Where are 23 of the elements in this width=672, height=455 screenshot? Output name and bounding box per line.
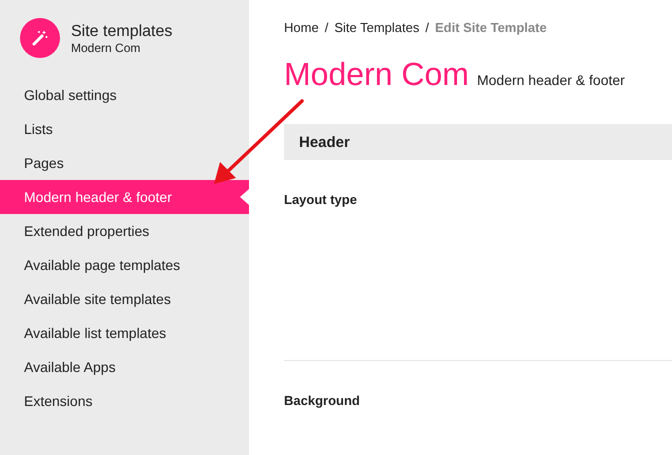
- magic-wand-icon: [20, 18, 60, 58]
- sidebar-item[interactable]: Pages: [0, 146, 249, 180]
- page-title: Modern Com: [284, 56, 469, 93]
- app-subtitle: Modern Com: [71, 40, 142, 54]
- selection-notch-icon: [240, 189, 249, 205]
- sidebar-item[interactable]: Extended properties: [0, 214, 249, 248]
- sidebar-item[interactable]: Extensions: [0, 384, 249, 418]
- sidebar-item[interactable]: Available page templates: [0, 248, 249, 282]
- breadcrumb-link[interactable]: Site Templates: [334, 20, 420, 34]
- sidebar-item[interactable]: Lists: [0, 112, 249, 146]
- section-header: Header: [284, 124, 672, 160]
- breadcrumb-separator: /: [324, 20, 328, 34]
- sidebar-item[interactable]: Modern header & footer: [0, 180, 249, 214]
- page-subtitle: Modern header & footer: [476, 72, 625, 88]
- app-title: Site templates: [71, 22, 172, 40]
- field-label: Background: [284, 393, 361, 408]
- breadcrumb-link[interactable]: Home: [284, 20, 319, 34]
- breadcrumb-separator: /: [425, 20, 429, 34]
- sidebar-item[interactable]: Available Apps: [0, 350, 249, 384]
- field-label: Layout type: [284, 192, 358, 207]
- sidebar-item[interactable]: Available site templates: [0, 282, 249, 316]
- sidebar-item[interactable]: Global settings: [0, 78, 249, 112]
- sidebar-item[interactable]: Available list templates: [0, 316, 249, 350]
